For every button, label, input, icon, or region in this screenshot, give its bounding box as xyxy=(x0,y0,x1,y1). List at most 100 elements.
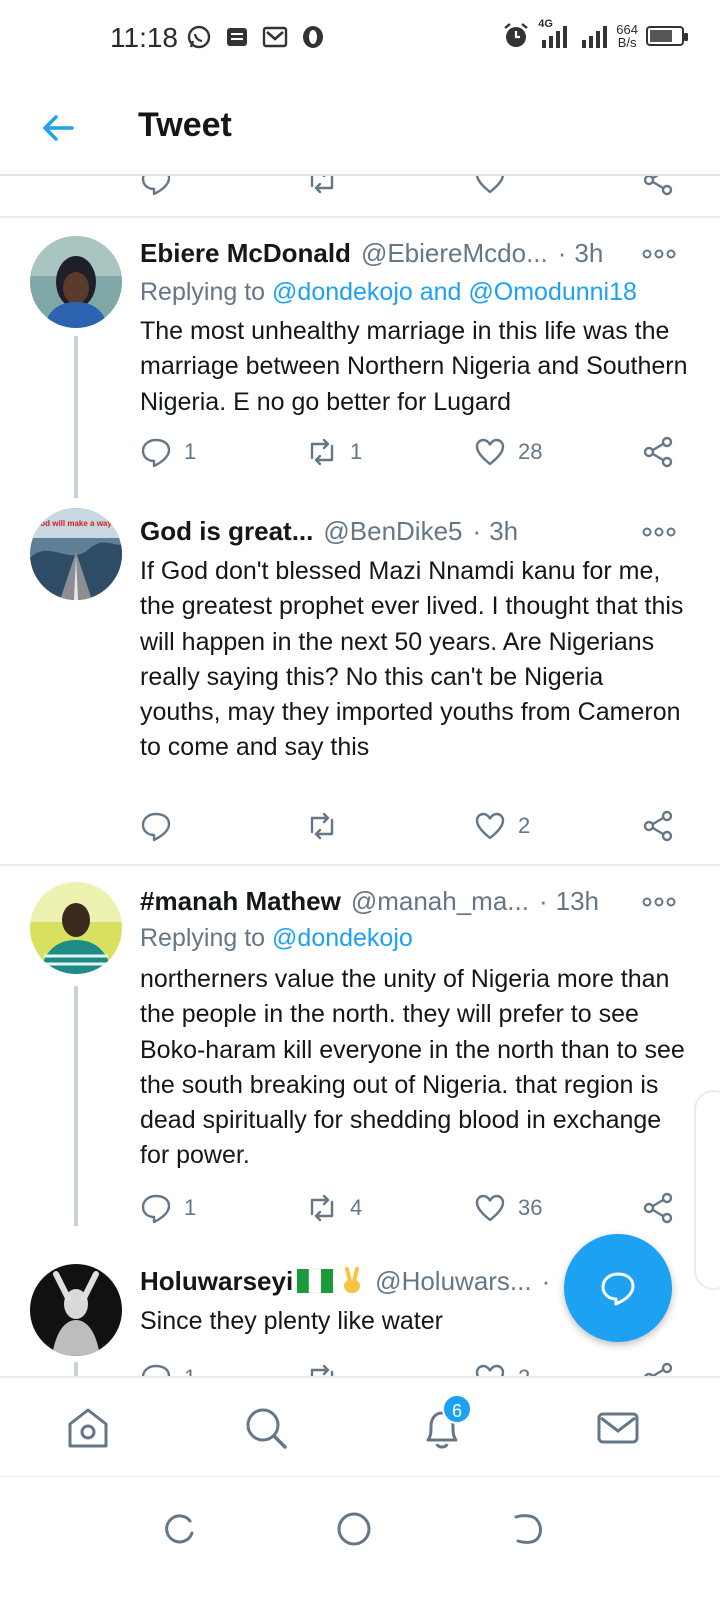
speed-unit: B/s xyxy=(617,35,637,50)
retweet-button[interactable]: 4 xyxy=(306,1192,362,1224)
thread-line xyxy=(74,1362,78,1376)
avatar-image xyxy=(30,236,122,328)
reply-button[interactable]: 1 xyxy=(140,1362,196,1376)
replying-to: Replying to @dondekojo and @Omodunni18 xyxy=(140,278,637,307)
signal-4g: 4G xyxy=(538,18,572,50)
page-title: Tweet xyxy=(138,106,232,144)
user-handle[interactable]: @EbiereMcdo... xyxy=(361,238,548,269)
retweet-button[interactable] xyxy=(306,810,350,842)
retweet-count: 4 xyxy=(350,1195,363,1220)
display-name[interactable]: #manah Mathew xyxy=(140,886,341,917)
like-button[interactable]: 2 xyxy=(474,810,530,842)
avatar-image xyxy=(30,1264,122,1356)
notification-badge: 6 xyxy=(442,1394,472,1424)
reply-button[interactable]: 1 xyxy=(140,1192,196,1224)
replying-to: Replying to @dondekojo xyxy=(140,924,413,953)
heart-icon xyxy=(475,438,505,466)
heart-icon xyxy=(475,812,505,840)
tweet-text: The most unhealthy marriage in this life… xyxy=(140,317,688,416)
like-button[interactable]: 2 xyxy=(474,1362,530,1376)
heart-icon xyxy=(475,1364,505,1376)
nigeria-flag-icon xyxy=(297,1268,334,1294)
retweet-button[interactable] xyxy=(306,1362,338,1376)
avatar[interactable] xyxy=(30,1264,122,1356)
avatar[interactable] xyxy=(30,882,122,974)
recents-icon[interactable] xyxy=(160,1509,200,1549)
tweet-actions: 1 2 xyxy=(140,1362,700,1376)
network-speed: 664 B/s xyxy=(616,23,638,49)
signal-icon xyxy=(582,26,608,48)
app-header: Tweet xyxy=(0,80,720,176)
reply-icon xyxy=(141,1194,171,1224)
separator-dot: · xyxy=(472,515,482,546)
retweet-button[interactable]: 1 xyxy=(306,436,362,468)
reply-count: 1 xyxy=(184,439,197,464)
search-icon[interactable] xyxy=(242,1404,290,1452)
tweet-time: 3h xyxy=(489,515,519,546)
user-handle[interactable]: @BenDike5 xyxy=(323,516,462,547)
more-options-icon[interactable] xyxy=(642,244,676,264)
share-button[interactable] xyxy=(642,810,674,842)
more-options-icon[interactable] xyxy=(642,892,676,912)
notification-icons xyxy=(186,24,326,50)
share-button[interactable] xyxy=(642,436,674,468)
home-circle-icon[interactable] xyxy=(334,1509,374,1549)
compose-reply-button[interactable] xyxy=(564,1234,672,1342)
reply-button[interactable]: 1 xyxy=(140,436,196,468)
retweet-icon xyxy=(310,438,334,466)
user-handle[interactable]: @Holuwars... xyxy=(375,1266,531,1297)
avatar[interactable] xyxy=(30,236,122,328)
tweet-item[interactable]: #manah Mathew @manah_ma... · 13h Replyin… xyxy=(0,866,720,1236)
avatar-image xyxy=(30,882,122,974)
display-name[interactable]: Ebiere McDonald xyxy=(140,238,351,269)
display-name[interactable]: God is great... xyxy=(140,516,313,547)
retweet-icon xyxy=(310,176,334,194)
retweet-button[interactable] xyxy=(306,176,338,196)
share-button[interactable] xyxy=(642,176,674,196)
like-button[interactable]: 28 xyxy=(474,436,542,468)
like-button[interactable] xyxy=(474,176,506,196)
like-count: 36 xyxy=(518,1195,543,1220)
more-options-icon[interactable] xyxy=(642,522,676,542)
tweet-actions: 1 1 28 xyxy=(140,436,700,476)
share-icon xyxy=(643,176,673,196)
replying-to-label: Replying to xyxy=(140,924,266,952)
share-button[interactable] xyxy=(642,1362,674,1376)
tweet-actions: 2 xyxy=(140,810,700,850)
victory-hand-icon xyxy=(344,1267,361,1293)
back-icon[interactable] xyxy=(508,1509,548,1549)
reply-icon xyxy=(141,1364,171,1376)
thread-line xyxy=(74,336,78,498)
user-handle[interactable]: @manah_ma... xyxy=(351,886,529,917)
like-button[interactable]: 36 xyxy=(474,1192,542,1224)
retweet-icon xyxy=(310,1194,334,1222)
tweet-actions: 1 4 36 xyxy=(140,1192,700,1232)
whatsapp-icon xyxy=(187,25,211,49)
reply-icon xyxy=(141,812,171,842)
avatar[interactable]: God will make a way xyxy=(30,508,122,600)
like-count: 28 xyxy=(518,439,543,464)
thread-line xyxy=(74,986,78,1226)
display-name[interactable]: Holuwarseyi xyxy=(140,1266,293,1297)
replying-to-users[interactable]: @dondekojo and @Omodunni18 xyxy=(272,278,637,306)
messages-icon[interactable] xyxy=(594,1404,642,1452)
back-arrow-icon[interactable] xyxy=(38,108,78,148)
tweet-text: If God don't blessed Mazi Nnamdi kanu fo… xyxy=(140,557,684,762)
separator-dot: · xyxy=(538,885,548,916)
replying-to-users[interactable]: @dondekojo xyxy=(272,924,413,952)
status-right-icons: 4G 664 B/s xyxy=(502,18,688,50)
reply-button[interactable] xyxy=(140,810,184,842)
share-icon xyxy=(644,1362,673,1376)
share-button[interactable] xyxy=(642,1192,674,1224)
retweet-icon xyxy=(310,1364,334,1376)
tweet-feed[interactable]: Ebiere McDonald @EbiereMcdo... · 3h Repl… xyxy=(0,176,720,1376)
tweet-item[interactable]: Ebiere McDonald @EbiereMcdo... · 3h Repl… xyxy=(0,218,720,498)
replying-to-label: Replying to xyxy=(140,278,266,306)
tweet-header: #manah Mathew @manah_ma... · 13h xyxy=(140,884,684,918)
share-icon xyxy=(643,1192,673,1224)
home-icon[interactable] xyxy=(64,1404,112,1452)
tweet-item[interactable]: God will make a way God is great... @Ben… xyxy=(0,498,720,864)
reply-button[interactable] xyxy=(140,176,172,196)
share-icon xyxy=(643,810,673,842)
side-panel-handle[interactable] xyxy=(694,1090,720,1290)
